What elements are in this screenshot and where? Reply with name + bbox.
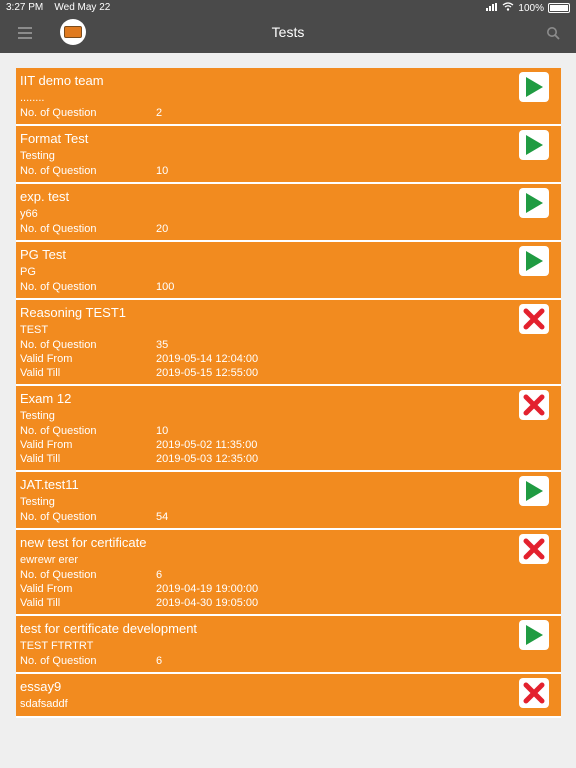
test-card[interactable]: PG Test PG No. of Question 100 (16, 242, 561, 300)
test-subtitle: y66 (20, 208, 38, 220)
status-date: Wed May 22 (54, 2, 111, 13)
valid-from-row-value: 2019-04-19 19:00:00 (156, 583, 259, 595)
question-count-row-value: 6 (156, 655, 163, 667)
test-card[interactable]: IIT demo team........ No. of Question 2 (16, 68, 561, 126)
battery-percent: 100% (518, 2, 544, 14)
valid-till-row: Valid Till 2019-04-30 19:05:00 (20, 596, 557, 610)
valid-from-row-label: Valid From (20, 353, 73, 365)
question-count-row: No. of Question 6 (20, 654, 557, 668)
question-count-row-label: No. of Question (20, 339, 97, 351)
nav-bar: Tests (0, 16, 576, 53)
search-icon[interactable] (546, 26, 560, 40)
question-count-row: No. of Question 20 (20, 222, 557, 236)
question-count-row-value: 100 (156, 281, 175, 293)
play-icon[interactable] (519, 72, 549, 102)
test-title: IIT demo team (20, 73, 104, 88)
status-time-date: 3:27 PM Wed May 22 (6, 2, 110, 13)
valid-till-row-value: 2019-05-03 12:35:00 (156, 453, 259, 465)
test-subtitle: PG (20, 266, 36, 278)
test-subtitle: Testing (20, 496, 55, 508)
test-subtitle: TEST FTRTRT (20, 640, 94, 652)
test-title: exp. test (20, 189, 70, 204)
close-icon[interactable] (519, 390, 549, 420)
test-card[interactable]: new test for certificate ewrewr erer No. o… (16, 530, 561, 616)
valid-from-row: Valid From 2019-04-19 19:00:00 (20, 582, 557, 596)
valid-till-row-value: 2019-04-30 19:05:00 (156, 597, 259, 609)
question-count-row-value: 54 (156, 511, 169, 523)
question-count-row-value: 6 (156, 569, 163, 581)
play-icon[interactable] (519, 476, 549, 506)
valid-from-row-label: Valid From (20, 583, 73, 595)
valid-till-row-label: Valid Till (20, 453, 61, 465)
test-title: JAT.test11 (20, 477, 79, 492)
question-count-row-label: No. of Question (20, 223, 97, 235)
test-title: Format Test (20, 131, 89, 146)
question-count-row: No. of Question 54 (20, 510, 557, 524)
test-subtitle: TEST (20, 324, 49, 336)
play-icon[interactable] (519, 246, 549, 276)
test-card[interactable]: test for certificate development TEST FTR… (16, 616, 561, 674)
test-subtitle: Testing (20, 150, 55, 162)
question-count-row-value: 35 (156, 339, 169, 351)
play-icon[interactable] (519, 130, 549, 160)
test-subtitle: sdafsaddf (20, 698, 68, 710)
close-icon[interactable] (519, 534, 549, 564)
test-title: PG Test (20, 247, 67, 262)
play-icon[interactable] (519, 188, 549, 218)
question-count-row: No. of Question 10 (20, 164, 557, 178)
test-card[interactable]: JAT.test11 Testing No. of Question 54 (16, 472, 561, 530)
cellular-icon (486, 2, 498, 14)
test-title: Exam 12 (20, 391, 72, 406)
question-count-row-label: No. of Question (20, 569, 97, 581)
test-subtitle: ........ (20, 92, 45, 104)
close-icon[interactable] (519, 678, 549, 708)
test-title: new test for certificate (20, 535, 147, 550)
question-count-row-value: 10 (156, 165, 169, 177)
valid-till-row-label: Valid Till (20, 367, 61, 379)
footer-space (0, 752, 576, 768)
question-count-row-value: 20 (156, 223, 169, 235)
question-count-row: No. of Question 6 (20, 568, 557, 582)
test-card[interactable]: Exam 12 Testing No. of Question 10 Valid Fro… (16, 386, 561, 472)
valid-till-row-label: Valid Till (20, 597, 61, 609)
test-title: test for certificate development (20, 621, 198, 636)
valid-from-row-value: 2019-05-02 11:35:00 (156, 439, 258, 451)
test-list: IIT demo team........ No. of Question 2 For… (16, 68, 561, 752)
test-card[interactable]: exp. test y66 No. of Question 20 (16, 184, 561, 242)
question-count-row: No. of Question 35 (20, 338, 557, 352)
wifi-icon (502, 2, 514, 14)
battery-icon (548, 3, 570, 13)
test-card[interactable]: essay9 sdafsaddf (16, 674, 561, 718)
close-icon[interactable] (519, 304, 549, 334)
valid-till-row: Valid Till 2019-05-15 12:55:00 (20, 366, 557, 380)
test-card[interactable]: Reasoning TEST1 TEST No. of Question 35 Vali… (16, 300, 561, 386)
test-subtitle: Testing (20, 410, 55, 422)
question-count-row-label: No. of Question (20, 107, 97, 119)
question-count-row-label: No. of Question (20, 425, 97, 437)
status-icons: 100% (486, 2, 570, 14)
question-count-row: No. of Question 2 (20, 106, 557, 120)
question-count-row-value: 2 (156, 107, 163, 119)
play-icon[interactable] (519, 620, 549, 650)
test-title: Reasoning TEST1 (20, 305, 126, 320)
valid-from-row-label: Valid From (20, 439, 73, 451)
question-count-row-value: 10 (156, 425, 169, 437)
question-count-row-label: No. of Question (20, 511, 97, 523)
test-title: essay9 (20, 679, 62, 694)
valid-till-row-value: 2019-05-15 12:55:00 (156, 367, 259, 379)
test-card[interactable]: Format Test Testing No. of Question 10 (16, 126, 561, 184)
valid-from-row: Valid From 2019-05-02 11:35:00 (20, 438, 557, 452)
valid-from-row-value: 2019-05-14 12:04:00 (156, 353, 259, 365)
status-time: 3:27 PM (6, 2, 44, 13)
question-count-row-label: No. of Question (20, 165, 97, 177)
valid-from-row: Valid From 2019-05-14 12:04:00 (20, 352, 557, 366)
question-count-row-label: No. of Question (20, 281, 97, 293)
question-count-row: No. of Question 10 (20, 424, 557, 438)
test-subtitle: ewrewr erer (20, 554, 79, 566)
question-count-row-label: No. of Question (20, 655, 97, 667)
page-title: Tests (271, 24, 305, 40)
status-bar: 3:27 PM Wed May 22 100% (0, 0, 576, 16)
valid-till-row: Valid Till 2019-05-03 12:35:00 (20, 452, 557, 466)
question-count-row: No. of Question 100 (20, 280, 557, 294)
